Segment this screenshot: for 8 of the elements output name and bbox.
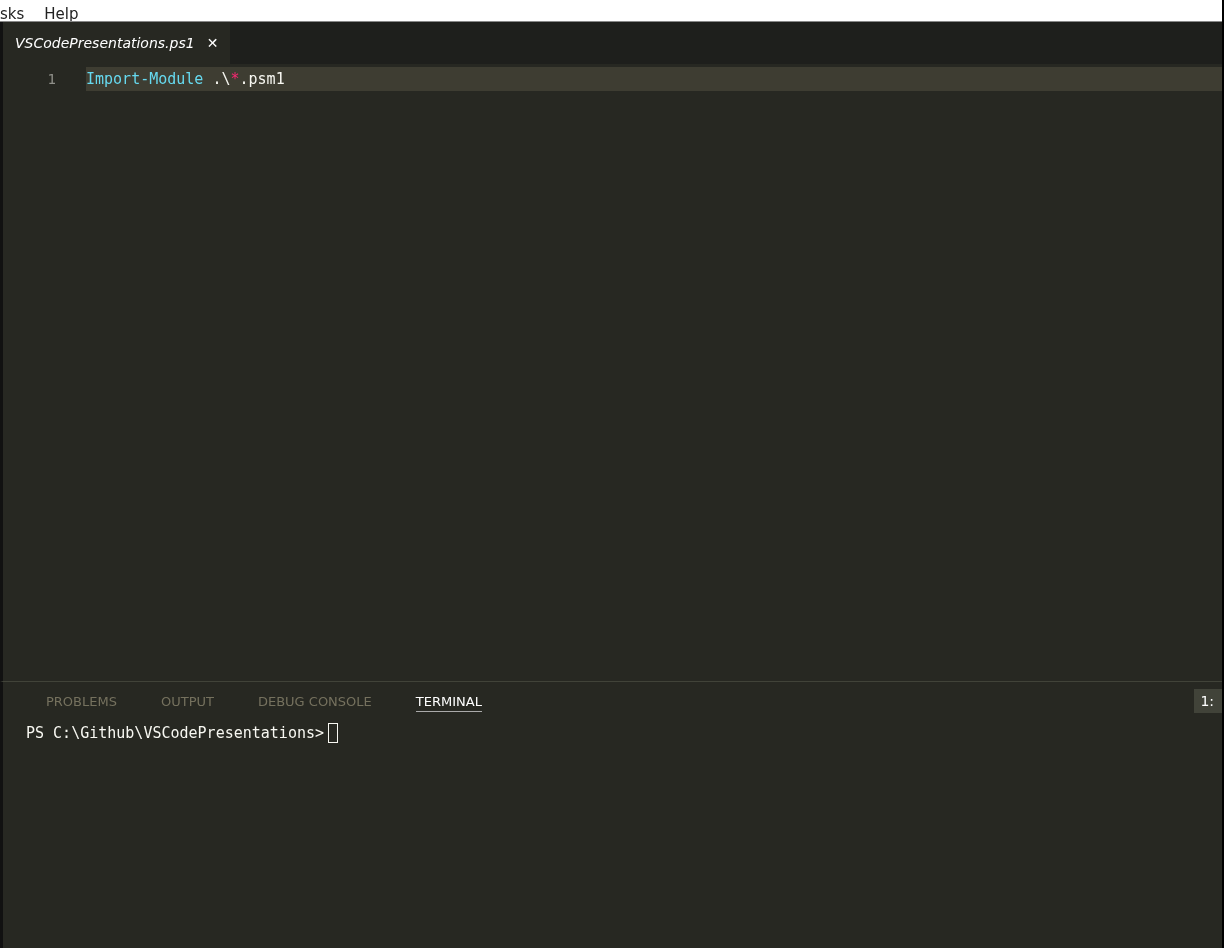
terminal-cursor	[328, 723, 338, 743]
terminal-select[interactable]: 1:	[1194, 689, 1222, 713]
menu-item[interactable]: sks	[0, 7, 25, 21]
terminal-prompt: PS C:\Github\VSCodePresentations>	[26, 724, 324, 742]
editor-tab[interactable]: VSCodePresentations.ps1 ✕	[3, 22, 231, 64]
panel-tab[interactable]: TERMINAL	[415, 690, 482, 712]
line-number: 1	[46, 71, 57, 87]
close-icon[interactable]: ✕	[206, 35, 219, 51]
